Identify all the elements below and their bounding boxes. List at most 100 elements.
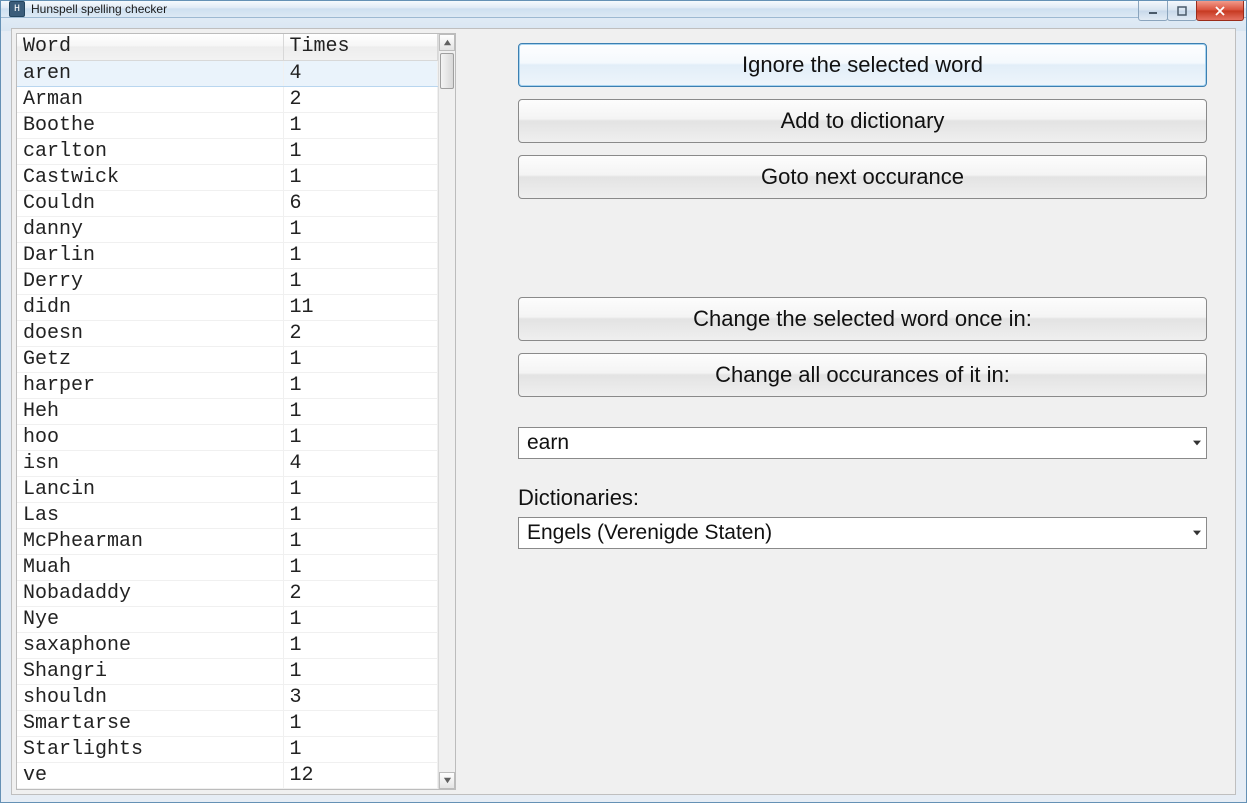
cell-word: Muah <box>17 554 283 580</box>
goto-next-button[interactable]: Goto next occurance <box>518 155 1207 199</box>
titlebar[interactable]: H Hunspell spelling checker <box>1 1 1246 18</box>
main-panel: Word Times aren4Arman2Boothe1carlton1Cas… <box>11 28 1236 795</box>
table-row[interactable]: Arman2 <box>17 86 438 112</box>
word-table: Word Times aren4Arman2Boothe1carlton1Cas… <box>17 34 438 789</box>
vertical-scrollbar[interactable] <box>438 34 455 789</box>
table-row[interactable]: McPhearman1 <box>17 528 438 554</box>
table-row[interactable]: isn4 <box>17 450 438 476</box>
cell-times: 1 <box>283 372 438 398</box>
table-row[interactable]: Darlin1 <box>17 242 438 268</box>
cell-times: 1 <box>283 502 438 528</box>
cell-word: hoo <box>17 424 283 450</box>
word-list-container: Word Times aren4Arman2Boothe1carlton1Cas… <box>12 29 460 794</box>
scroll-thumb[interactable] <box>440 53 454 89</box>
cell-times: 1 <box>283 424 438 450</box>
add-dictionary-button-label: Add to dictionary <box>781 108 945 134</box>
change-all-button[interactable]: Change all occurances of it in: <box>518 353 1207 397</box>
table-row[interactable]: shouldn3 <box>17 684 438 710</box>
scroll-track[interactable] <box>439 51 455 772</box>
cell-word: Derry <box>17 268 283 294</box>
table-row[interactable]: Getz1 <box>17 346 438 372</box>
cell-times: 1 <box>283 398 438 424</box>
dictionary-combo[interactable]: Engels (Verenigde Staten) <box>518 517 1207 549</box>
table-row[interactable]: Derry1 <box>17 268 438 294</box>
cell-word: Nobadaddy <box>17 580 283 606</box>
ignore-button[interactable]: Ignore the selected word <box>518 43 1207 87</box>
cell-times: 11 <box>283 294 438 320</box>
close-button[interactable] <box>1196 1 1244 21</box>
table-row[interactable]: saxaphone1 <box>17 632 438 658</box>
cell-word: didn <box>17 294 283 320</box>
cell-word: Couldn <box>17 190 283 216</box>
cell-word: saxaphone <box>17 632 283 658</box>
maximize-button[interactable] <box>1167 1 1197 21</box>
cell-word: shouldn <box>17 684 283 710</box>
cell-word: Smartarse <box>17 710 283 736</box>
table-row[interactable]: Nye1 <box>17 606 438 632</box>
scroll-up-button[interactable] <box>439 34 455 51</box>
cell-times: 1 <box>283 216 438 242</box>
table-row[interactable]: Castwick1 <box>17 164 438 190</box>
col-header-times[interactable]: Times <box>283 34 438 60</box>
col-header-word[interactable]: Word <box>17 34 283 60</box>
table-row[interactable]: ve12 <box>17 762 438 788</box>
cell-times: 1 <box>283 346 438 372</box>
cell-word: carlton <box>17 138 283 164</box>
change-all-button-label: Change all occurances of it in: <box>715 362 1010 388</box>
cell-times: 1 <box>283 736 438 762</box>
cell-times: 4 <box>283 450 438 476</box>
cell-word: isn <box>17 450 283 476</box>
change-once-button[interactable]: Change the selected word once in: <box>518 297 1207 341</box>
table-row[interactable]: Shangri1 <box>17 658 438 684</box>
cell-times: 2 <box>283 86 438 112</box>
table-row[interactable]: Smartarse1 <box>17 710 438 736</box>
cell-word: McPhearman <box>17 528 283 554</box>
table-row[interactable]: hoo1 <box>17 424 438 450</box>
cell-word: Starlights <box>17 736 283 762</box>
window-title: Hunspell spelling checker <box>31 2 167 16</box>
table-row[interactable]: Boothe1 <box>17 112 438 138</box>
cell-times: 1 <box>283 710 438 736</box>
table-row[interactable]: danny1 <box>17 216 438 242</box>
table-row[interactable]: carlton1 <box>17 138 438 164</box>
table-row[interactable]: Las1 <box>17 502 438 528</box>
minimize-button[interactable] <box>1138 1 1168 21</box>
cell-word: Castwick <box>17 164 283 190</box>
table-row[interactable]: Lancin1 <box>17 476 438 502</box>
cell-times: 2 <box>283 320 438 346</box>
cell-times: 1 <box>283 164 438 190</box>
cell-times: 1 <box>283 606 438 632</box>
table-row[interactable]: harper1 <box>17 372 438 398</box>
table-row[interactable]: Muah1 <box>17 554 438 580</box>
cell-times: 12 <box>283 762 438 788</box>
cell-times: 2 <box>283 580 438 606</box>
table-row[interactable]: Heh1 <box>17 398 438 424</box>
dropdown-arrow-icon <box>1192 438 1202 448</box>
cell-times: 1 <box>283 112 438 138</box>
cell-word: aren <box>17 60 283 86</box>
cell-word: Arman <box>17 86 283 112</box>
cell-word: danny <box>17 216 283 242</box>
add-dictionary-button[interactable]: Add to dictionary <box>518 99 1207 143</box>
table-row[interactable]: Nobadaddy2 <box>17 580 438 606</box>
suggestion-value: earn <box>527 431 569 455</box>
cell-word: Boothe <box>17 112 283 138</box>
cell-word: Las <box>17 502 283 528</box>
table-row[interactable]: doesn2 <box>17 320 438 346</box>
cell-times: 1 <box>283 476 438 502</box>
table-row[interactable]: Couldn6 <box>17 190 438 216</box>
suggestion-combo[interactable]: earn <box>518 427 1207 459</box>
cell-word: Heh <box>17 398 283 424</box>
client-area: Word Times aren4Arman2Boothe1carlton1Cas… <box>1 18 1246 803</box>
ignore-button-label: Ignore the selected word <box>742 52 983 78</box>
word-list[interactable]: Word Times aren4Arman2Boothe1carlton1Cas… <box>16 33 456 790</box>
cell-times: 1 <box>283 528 438 554</box>
scroll-down-button[interactable] <box>439 772 455 789</box>
cell-times: 1 <box>283 138 438 164</box>
cell-times: 3 <box>283 684 438 710</box>
table-row[interactable]: aren4 <box>17 60 438 86</box>
goto-next-button-label: Goto next occurance <box>761 164 964 190</box>
table-row[interactable]: Starlights1 <box>17 736 438 762</box>
table-row[interactable]: didn11 <box>17 294 438 320</box>
cell-times: 1 <box>283 268 438 294</box>
